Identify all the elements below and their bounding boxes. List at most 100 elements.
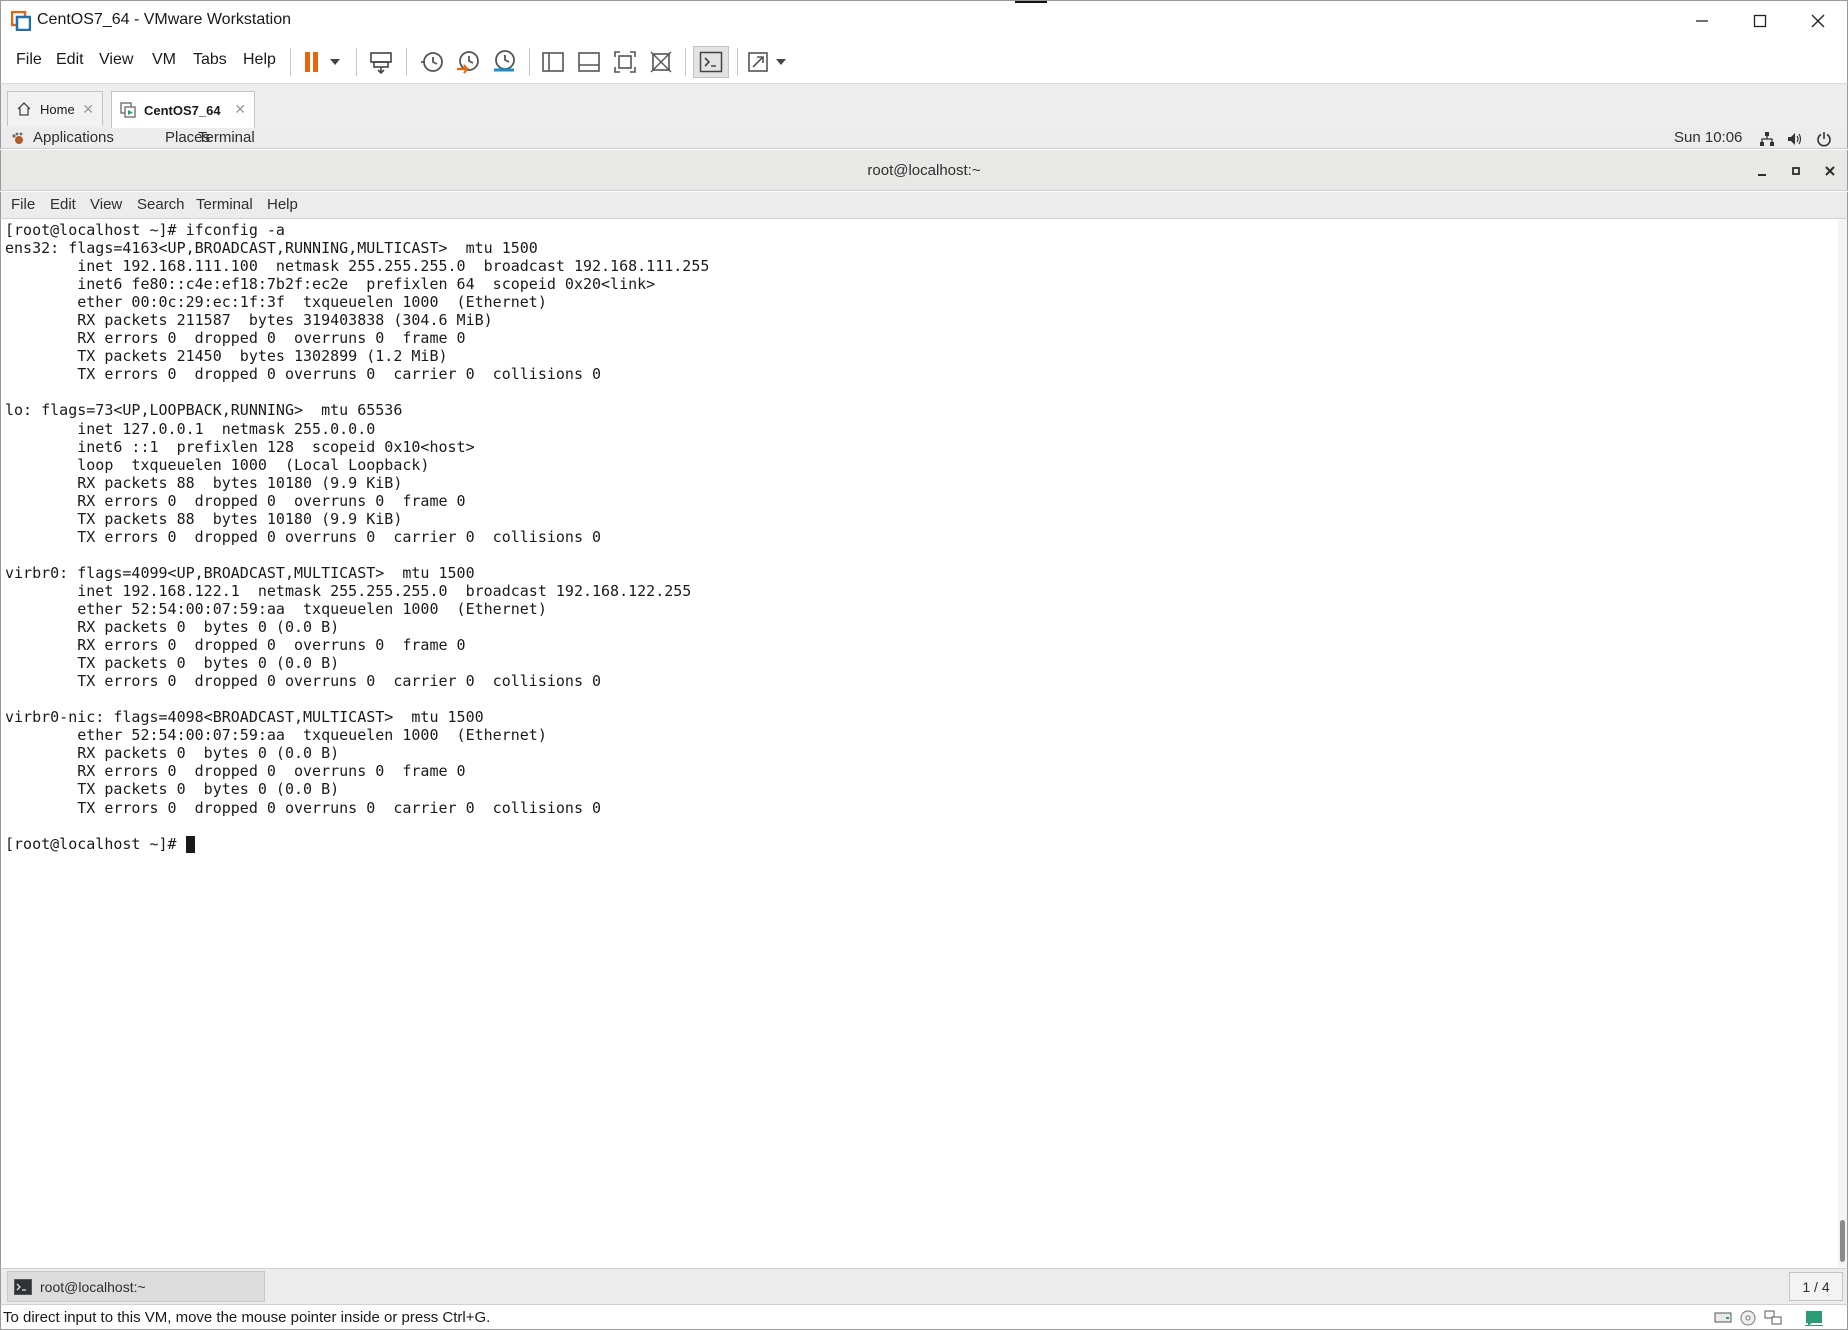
- show-thumbnail-bar-icon[interactable]: [572, 46, 606, 78]
- gnome-terminal-menu[interactable]: Terminal: [198, 129, 255, 146]
- terminal-scrollbar[interactable]: [1838, 219, 1848, 1268]
- power-icon[interactable]: [1815, 131, 1833, 147]
- revert-snapshot-icon[interactable]: [451, 46, 485, 78]
- terminal-line: ether 00:0c:29:ec:1f:3f txqueuelen 1000 …: [77, 293, 547, 312]
- terminal-line: RX packets 88 bytes 10180 (9.9 KiB): [77, 473, 403, 492]
- terminal-menu-terminal[interactable]: Terminal: [196, 196, 253, 213]
- network-icon[interactable]: [1758, 131, 1776, 147]
- taskbar-item-label: root@localhost:~: [40, 1278, 146, 1295]
- terminal-prompt: [root@localhost ~]#: [5, 834, 186, 853]
- terminal-line: TX packets 21450 bytes 1302899 (1.2 MiB): [77, 347, 448, 366]
- terminal-line: RX errors 0 dropped 0 overruns 0 frame 0: [77, 636, 466, 655]
- message-log-icon[interactable]: [1804, 1310, 1824, 1326]
- terminal-line: inet 192.168.122.1 netmask 255.255.255.0…: [77, 581, 692, 600]
- terminal-output[interactable]: [root@localhost ~]# ifconfig -a ens32: f…: [0, 219, 1838, 1268]
- vmware-statusbar: To direct input to this VM, move the mou…: [0, 1304, 1848, 1330]
- terminal-line: ens32: flags=4163<UP,BROADCAST,RUNNING,M…: [5, 239, 538, 258]
- terminal-line: RX packets 0 bytes 0 (0.0 B): [77, 618, 340, 637]
- terminal-line: TX errors 0 dropped 0 overruns 0 carrier…: [77, 527, 602, 546]
- vm-icon: [120, 102, 136, 118]
- taskbar-terminal-item[interactable]: root@localhost:~: [7, 1271, 265, 1302]
- toolbar-separator: [356, 48, 357, 76]
- cd-dvd-icon[interactable]: [1738, 1310, 1758, 1326]
- status-message: To direct input to this VM, move the mou…: [3, 1309, 491, 1326]
- terminal-title: root@localhost:~: [867, 162, 981, 179]
- terminal-titlebar: root@localhost:~: [0, 150, 1848, 191]
- terminal-line: inet 127.0.0.1 netmask 255.0.0.0: [77, 419, 376, 438]
- terminal-menubar: File Edit View Search Terminal Help: [0, 192, 1848, 219]
- vm-tabbar: Home ✕ CentOS7_64 ✕: [0, 84, 1848, 128]
- terminal-line: inet 192.168.111.100 netmask 255.255.255…: [77, 257, 710, 276]
- terminal-line: TX errors 0 dropped 0 overruns 0 carrier…: [77, 798, 602, 817]
- terminal-line: TX errors 0 dropped 0 overruns 0 carrier…: [77, 672, 602, 691]
- menu-help[interactable]: Help: [243, 51, 276, 69]
- minimize-button[interactable]: [1673, 1, 1731, 41]
- terminal-line: inet6 ::1 prefixlen 128 scopeid 0x10<hos…: [77, 437, 475, 456]
- menu-vm[interactable]: VM: [152, 51, 176, 69]
- terminal-line: RX packets 0 bytes 0 (0.0 B): [77, 744, 340, 763]
- gnome-foot-icon: [9, 131, 27, 147]
- terminal-menu-edit[interactable]: Edit: [50, 196, 76, 213]
- terminal-line: RX errors 0 dropped 0 overruns 0 frame 0: [77, 762, 466, 781]
- menu-file[interactable]: File: [16, 51, 42, 69]
- terminal-menu-file[interactable]: File: [11, 196, 35, 213]
- toolbar-separator: [290, 48, 291, 76]
- toolbar-separator: [737, 48, 738, 76]
- terminal-icon: [14, 1278, 32, 1295]
- stretch-guest-icon[interactable]: [745, 46, 793, 78]
- terminal-menu-view[interactable]: View: [90, 196, 122, 213]
- tab-centos7-64-label: CentOS7_64: [144, 102, 221, 118]
- terminal-line: RX errors 0 dropped 0 overruns 0 frame 0: [77, 329, 466, 348]
- menu-tabs[interactable]: Tabs: [193, 51, 227, 69]
- maximize-button[interactable]: [1731, 1, 1789, 41]
- terminal-minimize-button[interactable]: [1751, 160, 1773, 182]
- toolbar-separator: [406, 48, 407, 76]
- terminal-line: TX packets 88 bytes 10180 (9.9 KiB): [77, 509, 403, 528]
- tab-home-close-icon[interactable]: ✕: [82, 101, 94, 118]
- toolbar-separator: [529, 48, 530, 76]
- tab-centos7-64-close-icon[interactable]: ✕: [234, 101, 246, 118]
- network-adapter-icon[interactable]: [1763, 1310, 1783, 1326]
- tab-home[interactable]: Home ✕: [7, 91, 103, 126]
- vmware-menubar: File Edit View VM Tabs Help: [0, 40, 1848, 84]
- console-view-icon[interactable]: [693, 46, 729, 78]
- snapshot-manager-icon[interactable]: [487, 46, 521, 78]
- terminal-line: TX errors 0 dropped 0 overruns 0 carrier…: [77, 365, 602, 384]
- send-ctrl-alt-del-icon[interactable]: [364, 46, 398, 78]
- terminal-line: virbr0: flags=4099<UP,BROADCAST,MULTICAS…: [5, 563, 475, 582]
- home-icon: [16, 101, 32, 117]
- terminal-maximize-button[interactable]: [1785, 160, 1807, 182]
- menu-edit[interactable]: Edit: [56, 51, 84, 69]
- terminal-line: lo: flags=73<UP,LOOPBACK,RUNNING> mtu 65…: [5, 401, 403, 420]
- terminal-line: [root@localhost ~]# ifconfig -a: [5, 221, 285, 239]
- terminal-line: RX errors 0 dropped 0 overruns 0 frame 0: [77, 491, 466, 510]
- terminal-close-button[interactable]: [1819, 160, 1841, 182]
- menu-view[interactable]: View: [99, 51, 133, 69]
- unity-icon[interactable]: [644, 46, 678, 78]
- window-top-grip: [1015, 1, 1047, 3]
- terminal-line: loop txqueuelen 1000 (Local Loopback): [77, 455, 430, 474]
- terminal-line: TX packets 0 bytes 0 (0.0 B): [77, 780, 340, 799]
- terminal-line: inet6 fe80::c4e:ef18:7b2f:ec2e prefixlen…: [77, 275, 656, 294]
- gnome-bottom-panel: root@localhost:~ 1 / 4: [0, 1268, 1848, 1304]
- terminal-menu-help[interactable]: Help: [267, 196, 298, 213]
- vmware-app-icon: [10, 10, 32, 32]
- terminal-line: ether 52:54:00:07:59:aa txqueuelen 1000 …: [77, 599, 547, 618]
- window-titlebar: CentOS7_64 - VMware Workstation: [0, 0, 1848, 40]
- hard-disk-icon[interactable]: [1713, 1310, 1733, 1326]
- terminal-line: virbr0-nic: flags=4098<BROADCAST,MULTICA…: [5, 708, 484, 727]
- show-library-icon[interactable]: [536, 46, 570, 78]
- close-button[interactable]: [1789, 1, 1847, 41]
- snapshot-icon[interactable]: [415, 46, 449, 78]
- tab-centos7-64[interactable]: CentOS7_64 ✕: [111, 91, 255, 128]
- workspace-indicator[interactable]: 1 / 4: [1789, 1272, 1843, 1301]
- full-screen-icon[interactable]: [608, 46, 642, 78]
- terminal-menu-search[interactable]: Search: [137, 196, 185, 213]
- terminal-line: ether 52:54:00:07:59:aa txqueuelen 1000 …: [77, 726, 547, 745]
- gnome-clock[interactable]: Sun 10:06: [1674, 129, 1742, 146]
- pause-button[interactable]: [300, 46, 346, 78]
- volume-icon[interactable]: [1786, 131, 1804, 147]
- gnome-top-panel: Applications Places Terminal Sun 10:06: [0, 128, 1848, 149]
- scrollbar-thumb[interactable]: [1840, 1220, 1845, 1262]
- gnome-applications-menu[interactable]: Applications: [33, 129, 114, 146]
